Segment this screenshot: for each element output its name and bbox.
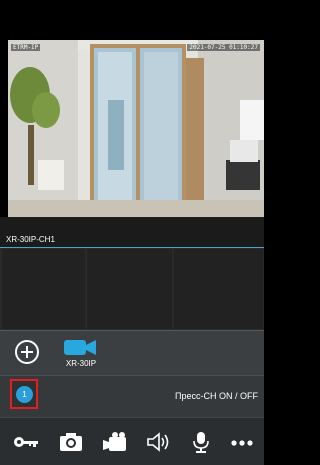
video-record-icon[interactable] (101, 431, 129, 453)
key-icon[interactable] (12, 431, 40, 453)
device-row: XR-30IP (0, 330, 264, 375)
status-row: 1 Пресс-CH ON / OFF (0, 375, 264, 417)
channel-label-bar: XR-30IP-CH1 (0, 217, 264, 248)
camera-timestamp: 2021-07-25 01:10:27 (187, 44, 260, 51)
camera-icon[interactable] (57, 431, 85, 453)
channel-number: 1 (16, 386, 33, 403)
channel-badge[interactable]: 1 (10, 379, 38, 409)
press-toggle-label[interactable]: Пресс-CH ON / OFF (175, 391, 258, 401)
camera-overlay-name: ETRM-IP (11, 44, 41, 51)
channel-label: XR-30IP-CH1 (6, 235, 55, 244)
channel-slot-3[interactable] (86, 248, 173, 330)
channel-grid (0, 248, 264, 330)
video-camera-icon (64, 340, 96, 355)
speaker-icon[interactable] (144, 431, 172, 453)
camera-scene (8, 40, 264, 217)
add-device-button[interactable] (15, 340, 39, 364)
microphone-icon[interactable] (187, 431, 215, 453)
bottom-toolbar (0, 417, 264, 465)
device-tile[interactable]: XR-30IP (59, 334, 103, 372)
channel-slot-4[interactable] (173, 248, 264, 330)
more-icon[interactable] (228, 431, 256, 453)
camera-view[interactable]: ETRM-IP 2021-07-25 01:10:27 (8, 40, 264, 217)
device-label: XR-30IP (65, 359, 97, 368)
channel-slot-2[interactable] (0, 248, 86, 330)
top-bar (0, 0, 264, 40)
